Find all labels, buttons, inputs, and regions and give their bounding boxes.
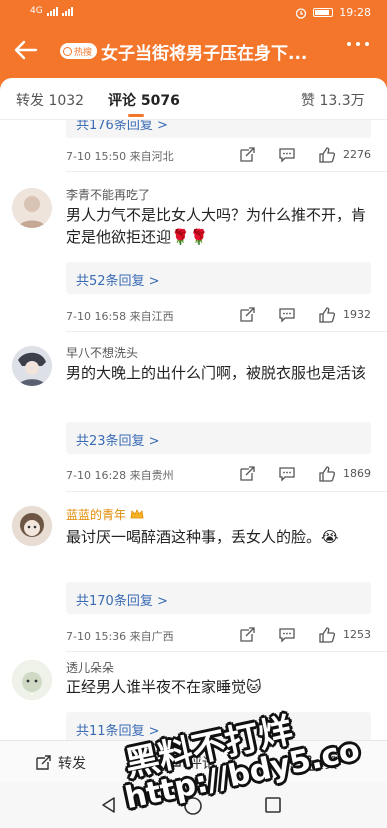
like-icon[interactable] xyxy=(318,626,336,644)
replies-link[interactable]: 共23条回复 > xyxy=(66,422,371,454)
comment-time: 7-10 16:28 来自贵州 xyxy=(66,469,174,482)
network-label: 4G xyxy=(30,6,43,16)
avatar[interactable] xyxy=(12,660,52,700)
title-area[interactable]: 热搜 女子当街将男子压在身下... xyxy=(60,38,330,64)
active-tab-indicator xyxy=(128,114,144,117)
replies-link[interactable]: 共52条回复 > xyxy=(66,262,371,294)
comment-text: 正经男人谁半夜不在家睡觉🐱 xyxy=(66,678,262,696)
tab-likes[interactable]: 赞 13.3万 xyxy=(301,90,365,110)
vip-crown-icon xyxy=(130,509,144,519)
hot-search-badge: 热搜 xyxy=(60,43,98,59)
avatar-image xyxy=(12,346,52,386)
repost-icon[interactable] xyxy=(238,306,256,324)
nav-recents-icon[interactable] xyxy=(264,796,282,814)
avatar-image xyxy=(12,506,52,546)
comment-meta: 7-10 15:36 来自广西 1253 xyxy=(66,626,371,646)
avatar-image xyxy=(12,188,52,228)
comment-time: 7-10 15:50 来自河北 xyxy=(66,150,174,163)
signal-icon xyxy=(46,6,58,16)
username[interactable]: 透儿朵朵 xyxy=(66,659,114,676)
comment-time: 7-10 15:36 来自广西 xyxy=(66,630,174,643)
search-icon xyxy=(63,46,72,56)
like-count: 2276 xyxy=(343,148,371,161)
replies-link[interactable]: 共170条回复 > xyxy=(66,582,371,614)
comment-list: 共176条回复 > 7-10 15:50 来自河北 2276 李青不能再吃了 男… xyxy=(0,120,387,740)
hot-badge-label: 热搜 xyxy=(74,47,93,58)
like-count: 1932 xyxy=(343,308,371,321)
replies-link[interactable]: 共176条回复 > xyxy=(66,120,371,138)
comment-text: 最讨厌一喝醉酒这种事，丢女人的脸。😭 xyxy=(66,528,339,546)
page-title: 女子当街将男子压在身下... xyxy=(101,43,308,64)
comment-icon[interactable] xyxy=(278,626,296,644)
comment-text: 男人力气不是比女人大吗？为什么推不开，肯定是他欲拒还迎🌹🌹 xyxy=(66,206,367,246)
nav-back-icon[interactable] xyxy=(100,796,118,814)
username[interactable]: 早八不想洗头 xyxy=(66,344,138,361)
comment-icon[interactable] xyxy=(278,465,296,483)
tab-repost[interactable]: 转发 1032 xyxy=(16,90,84,110)
repost-label: 转发 xyxy=(58,756,86,772)
like-icon[interactable] xyxy=(318,465,336,483)
comment-meta: 7-10 16:28 来自贵州 1869 xyxy=(66,465,371,485)
comment-icon[interactable] xyxy=(278,146,296,164)
alarm-icon xyxy=(296,7,307,19)
like-icon[interactable] xyxy=(318,306,336,324)
divider xyxy=(66,171,387,172)
divider xyxy=(66,651,387,652)
comment-text: 男的大晚上的出什么门啊，被脱衣服也是活该 xyxy=(66,364,367,382)
repost-icon xyxy=(36,755,51,770)
avatar[interactable] xyxy=(12,346,52,386)
tab-bar: 转发 1032 评论 5076 赞 13.3万 xyxy=(0,78,387,120)
comment-time: 7-10 16:58 来自江西 xyxy=(66,310,174,323)
comment-meta: 7-10 15:50 来自河北 2276 xyxy=(66,146,371,166)
username[interactable]: 蓝蓝的青年 xyxy=(66,506,144,523)
username[interactable]: 李青不能再吃了 xyxy=(66,186,150,203)
divider xyxy=(66,331,387,332)
repost-icon[interactable] xyxy=(238,146,256,164)
status-bar: 4G 19:28 xyxy=(0,0,387,26)
back-arrow-icon[interactable] xyxy=(12,36,40,64)
like-icon[interactable] xyxy=(318,146,336,164)
tab-comments[interactable]: 评论 5076 xyxy=(108,90,180,110)
avatar[interactable] xyxy=(12,188,52,228)
username-text: 蓝蓝的青年 xyxy=(66,508,127,522)
title-bar: 热搜 女子当街将男子压在身下... xyxy=(0,30,387,72)
repost-button[interactable]: 转发 xyxy=(34,753,86,773)
repost-icon[interactable] xyxy=(238,465,256,483)
comment-meta: 7-10 16:58 来自江西 1932 xyxy=(66,306,371,326)
avatar[interactable] xyxy=(12,506,52,546)
avatar-image xyxy=(12,660,52,700)
like-count: 1253 xyxy=(343,628,371,641)
repost-icon[interactable] xyxy=(238,626,256,644)
clock: 19:28 xyxy=(339,6,371,19)
signal-icon-2 xyxy=(61,6,73,16)
more-icon[interactable] xyxy=(347,42,369,46)
like-count: 1869 xyxy=(343,467,371,480)
comment-icon[interactable] xyxy=(278,306,296,324)
divider xyxy=(66,491,387,492)
battery-icon xyxy=(313,8,334,17)
